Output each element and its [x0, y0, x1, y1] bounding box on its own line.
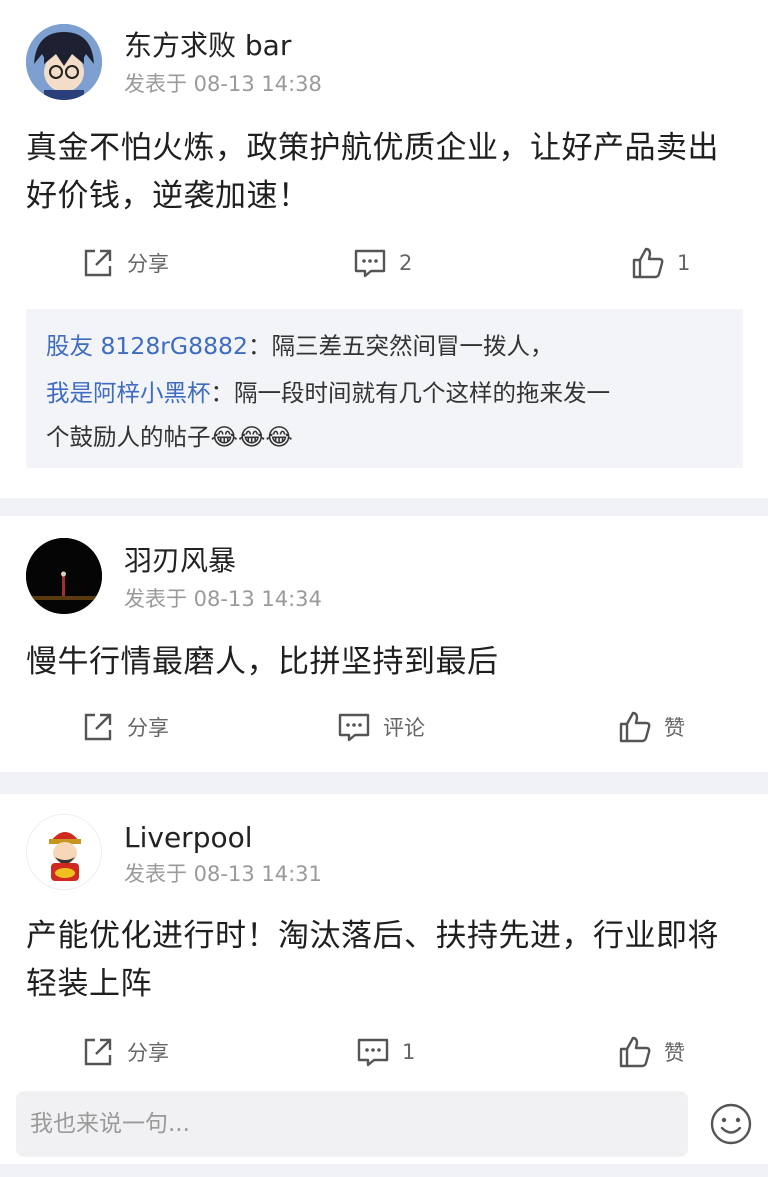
post-3: Liverpool 发表于 08-13 14:31 产能优化进行时！淘汰落后、扶… — [0, 794, 768, 1085]
like-label: 赞 — [664, 716, 685, 740]
share-button[interactable]: 分享 — [81, 243, 169, 283]
comment-icon — [338, 713, 370, 742]
reply-username[interactable]: 股友 8128rG8882 — [46, 332, 248, 360]
avatar[interactable] — [26, 24, 102, 100]
like-icon — [619, 1036, 651, 1068]
reply-username[interactable]: 我是阿梓小黑杯 — [46, 379, 211, 407]
username[interactable]: 羽刃风暴 — [124, 545, 236, 577]
avatar[interactable] — [26, 538, 102, 614]
avatar[interactable] — [26, 814, 102, 890]
share-button[interactable]: 分享 — [81, 1032, 169, 1072]
post-timestamp: 发表于 08-13 14:31 — [124, 862, 322, 886]
post-content[interactable]: 真金不怕火炼，政策护航优质企业，让好产品卖出好价钱，逆袭加速！ — [26, 124, 738, 220]
comment-icon — [354, 249, 386, 278]
post-timestamp: 发表于 08-13 14:38 — [124, 72, 322, 96]
share-icon — [84, 249, 112, 277]
post-timestamp: 发表于 08-13 14:34 — [124, 587, 322, 611]
comment-count: 1 — [402, 1040, 416, 1064]
avatar-image — [26, 24, 102, 100]
comment-input[interactable]: 我也来说一句... — [16, 1091, 688, 1157]
smile-icon — [710, 1103, 752, 1145]
reply-preview[interactable]: 股友 8128rG8882：隔三差五突然间冒一拨人， 我是阿梓小黑杯：隔一段时间… — [26, 309, 743, 468]
comment-count: 2 — [399, 251, 413, 275]
share-label: 分享 — [127, 252, 169, 276]
share-button[interactable]: 分享 — [81, 707, 169, 747]
comment-button[interactable]: 2 — [353, 243, 412, 283]
like-icon — [632, 247, 664, 279]
bottom-divider — [0, 1164, 768, 1177]
comment-label: 评论 — [383, 716, 425, 740]
like-label: 赞 — [664, 1041, 685, 1065]
like-count: 1 — [677, 251, 691, 275]
share-icon — [84, 713, 112, 741]
comment-button[interactable]: 评论 — [337, 707, 425, 747]
post-content[interactable]: 产能优化进行时！淘汰落后、扶持先进，行业即将轻装上阵 — [26, 912, 738, 1008]
post-divider — [0, 498, 768, 516]
reply-text: 个鼓励人的帖子😂😂😂 — [46, 423, 293, 451]
reply-separator: ： — [210, 379, 235, 407]
reply-item[interactable]: 股友 8128rG8882：隔三差五突然间冒一拨人， — [46, 324, 723, 368]
username[interactable]: Liverpool — [124, 822, 253, 854]
reply-separator: ： — [247, 332, 272, 360]
like-button[interactable]: 赞 — [618, 1032, 685, 1072]
comment-icon — [357, 1038, 389, 1067]
comment-button[interactable]: 1 — [356, 1032, 415, 1072]
username[interactable]: 东方求败 bar — [124, 30, 291, 62]
like-icon — [619, 711, 651, 743]
share-icon — [84, 1038, 112, 1066]
post-1: 东方求败 bar 发表于 08-13 14:38 真金不怕火炼，政策护航优质企业… — [0, 0, 768, 498]
post-2: 羽刃风暴 发表于 08-13 14:34 慢牛行情最磨人，比拼坚持到最后 分享 … — [0, 516, 768, 772]
avatar-image — [26, 538, 102, 614]
like-button[interactable]: 1 — [631, 243, 690, 283]
like-button[interactable]: 赞 — [618, 707, 685, 747]
share-label: 分享 — [127, 1041, 169, 1065]
avatar-image — [27, 815, 101, 889]
post-content[interactable]: 慢牛行情最磨人，比拼坚持到最后 — [26, 638, 738, 686]
reply-text: 隔三差五突然间冒一拨人， — [271, 332, 554, 360]
reply-text: 隔一段时间就有几个这样的拖来发一 — [234, 379, 610, 407]
post-divider — [0, 772, 768, 794]
share-label: 分享 — [127, 716, 169, 740]
reply-item[interactable]: 我是阿梓小黑杯：隔一段时间就有几个这样的拖来发一 — [46, 371, 723, 415]
emoji-button[interactable] — [709, 1102, 753, 1150]
reply-item-continued: 个鼓励人的帖子😂😂😂 — [46, 415, 723, 459]
